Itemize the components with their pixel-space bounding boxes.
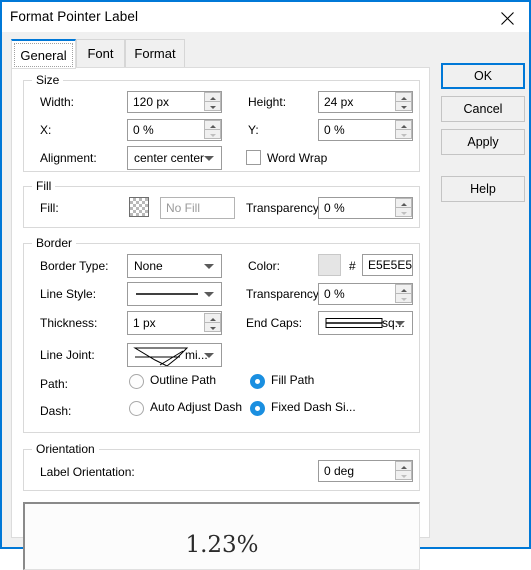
ok-button[interactable]: OK — [441, 63, 525, 89]
chevron-down-icon — [395, 321, 405, 326]
path-label: Path: — [40, 377, 69, 391]
apply-button[interactable]: Apply — [441, 129, 525, 155]
word-wrap-checkbox[interactable] — [246, 150, 261, 165]
border-type-value: None — [134, 259, 163, 273]
border-transparency-spin-down[interactable] — [395, 293, 412, 303]
chevron-down-icon — [204, 353, 214, 358]
border-transparency-spin-buttons[interactable] — [395, 284, 412, 304]
fill-label: Fill: — [40, 201, 59, 215]
height-spin-down[interactable] — [395, 101, 412, 111]
radio-outline-path-control[interactable] — [129, 374, 144, 389]
alignment-value: center center — [134, 151, 205, 165]
radio-auto-adjust-dash-label: Auto Adjust Dash — [150, 400, 243, 414]
fill-transparency-spin-buttons[interactable] — [395, 198, 412, 218]
window-title: Format Pointer Label — [10, 9, 139, 24]
thickness-label: Thickness: — [40, 316, 98, 330]
y-spin-buttons[interactable] — [395, 120, 412, 140]
cancel-button[interactable]: Cancel — [441, 96, 525, 122]
tab-general-label: General — [14, 43, 73, 67]
y-label: Y: — [248, 123, 259, 137]
border-group-title: Border — [32, 236, 77, 250]
radio-fixed-dash-size-label: Fixed Dash Si... — [271, 400, 356, 414]
close-button[interactable] — [485, 2, 529, 31]
thickness-spin-buttons[interactable] — [204, 313, 221, 333]
width-label: Width: — [40, 95, 75, 109]
label-orientation-spin-down[interactable] — [395, 470, 412, 480]
border-color-swatch[interactable] — [318, 254, 341, 276]
border-type-dropdown[interactable]: None — [127, 254, 222, 278]
chevron-down-icon — [204, 292, 214, 297]
label-preview: 1.23% — [23, 502, 420, 570]
line-joint-dropdown[interactable]: mi... — [127, 343, 222, 367]
square-cap-icon — [325, 318, 383, 328]
border-color-label: Color: — [248, 259, 281, 273]
tab-format[interactable]: Format — [125, 39, 185, 67]
tab-strip: General Font Format — [11, 39, 431, 69]
preview-text: 1.23% — [185, 532, 259, 558]
chevron-down-icon — [204, 264, 214, 269]
chevron-down-icon — [204, 156, 214, 161]
title-bar: Format Pointer Label — [2, 2, 529, 32]
border-group: Border Border Type: None Color: # E5E5E5… — [23, 236, 420, 433]
close-icon — [501, 12, 514, 25]
radio-fill-path-control[interactable] — [250, 374, 265, 389]
border-transparency-label: Transparency: — [246, 287, 323, 301]
line-style-dropdown[interactable] — [127, 282, 222, 306]
label-orientation-label: Label Orientation: — [40, 465, 135, 479]
x-spin-buttons[interactable] — [204, 120, 221, 140]
label-orientation-spin-buttons[interactable] — [395, 461, 412, 481]
line-joint-label: Line Joint: — [40, 348, 95, 362]
y-spin-down[interactable] — [395, 129, 412, 139]
orientation-group-title: Orientation — [32, 442, 99, 456]
fill-transparency-label: Transparency: — [246, 201, 323, 215]
radio-fixed-dash-size-control[interactable] — [250, 401, 265, 416]
radio-auto-adjust-dash-control[interactable] — [129, 401, 144, 416]
size-group: Size Width: 120 px Height: 24 px X: 0 % … — [23, 73, 420, 172]
end-caps-label: End Caps: — [246, 316, 303, 330]
tab-general[interactable]: General — [11, 39, 76, 69]
tab-font[interactable]: Font — [76, 39, 125, 67]
hash-symbol: # — [349, 259, 356, 273]
border-type-label: Border Type: — [40, 259, 109, 273]
general-tab-panel: Size Width: 120 px Height: 24 px X: 0 % … — [11, 67, 430, 570]
x-spin-down[interactable] — [204, 129, 221, 139]
fill-group-title: Fill — [32, 179, 56, 193]
help-button[interactable]: Help — [441, 176, 525, 202]
alignment-dropdown[interactable]: center center — [127, 146, 222, 170]
format-pointer-label-dialog: Format Pointer Label General Font Format… — [0, 0, 531, 570]
height-label: Height: — [248, 95, 287, 109]
word-wrap-label: Word Wrap — [267, 151, 328, 165]
orientation-group: Orientation Label Orientation: 0 deg — [23, 442, 420, 491]
size-group-title: Size — [32, 73, 64, 87]
fill-group: Fill Fill: No Fill Transparency: 0 % — [23, 179, 420, 228]
fill-color-swatch[interactable] — [129, 197, 149, 217]
radio-fill-path-label: Fill Path — [271, 373, 315, 387]
end-caps-dropdown[interactable]: sq... — [318, 311, 413, 335]
x-label: X: — [40, 123, 52, 137]
width-spin-buttons[interactable] — [204, 92, 221, 112]
thickness-spin-down[interactable] — [204, 322, 221, 332]
dialog-body: General Font Format Size Width: 120 px H… — [2, 32, 529, 570]
height-spin-buttons[interactable] — [395, 92, 412, 112]
solid-line-icon — [136, 293, 198, 295]
fill-value-field[interactable]: No Fill — [160, 197, 235, 219]
width-spin-down[interactable] — [204, 101, 221, 111]
dash-label: Dash: — [40, 404, 72, 418]
fill-transparency-spin-down[interactable] — [395, 207, 412, 217]
alignment-label: Alignment: — [40, 151, 97, 165]
radio-outline-path-label: Outline Path — [150, 373, 217, 387]
border-color-hex-input[interactable]: E5E5E5 — [362, 254, 413, 276]
line-style-label: Line Style: — [40, 287, 97, 301]
